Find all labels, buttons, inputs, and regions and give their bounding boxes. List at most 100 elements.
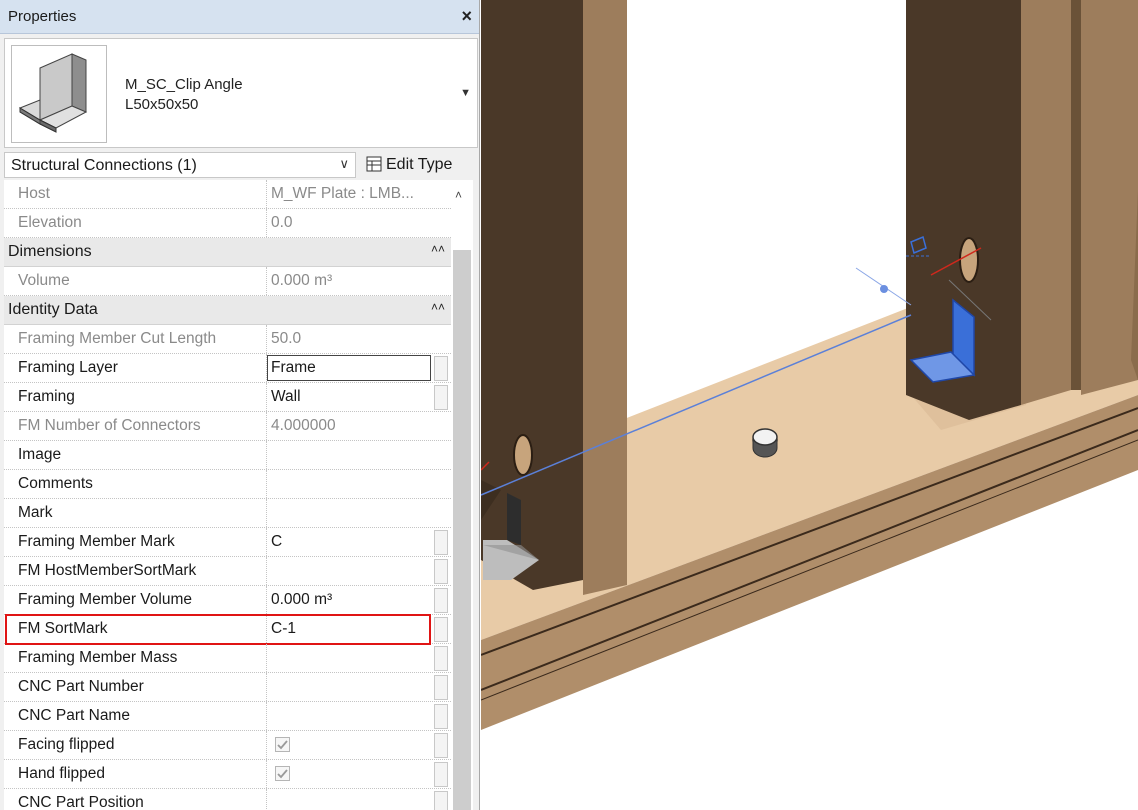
property-value-cell[interactable] [266,441,433,469]
property-value-cell[interactable]: C [266,528,433,556]
property-label: CNC Part Name [18,707,130,724]
property-value-cell[interactable] [266,702,433,730]
property-row[interactable]: CNC Part Position [4,789,451,810]
property-value-cell[interactable]: C-1 [266,615,433,643]
property-row[interactable]: Hand flipped [4,760,451,789]
property-value: Wall [271,388,301,405]
property-value: Frame [271,359,316,376]
group-header-identity-data[interactable]: Identity Data ˄˄ [4,296,451,325]
property-row[interactable]: FM HostMemberSortMark [4,557,451,586]
property-value: 0.000 m³ [271,272,333,289]
property-label: Hand flipped [18,765,106,782]
property-value-cell[interactable] [266,644,433,672]
property-value: M_WF Plate : LMB... [271,185,414,202]
property-label: Framing [18,388,75,405]
property-row[interactable]: Mark [4,499,451,528]
property-value-cell: 50.0 [266,325,433,353]
associate-parameter-button[interactable] [434,675,448,700]
property-row[interactable]: Facing flipped [4,731,451,760]
3d-view-canvas[interactable] [481,0,1138,810]
left-stud-side [481,0,583,590]
property-label: Volume [18,272,70,289]
palette-titlebar[interactable]: Properties × [0,0,479,34]
property-value-cell[interactable] [266,731,433,759]
instance-filter-bar: Structural Connections (1) ∨ Edit Type [0,150,479,180]
property-row[interactable]: Framing Member Mark C [4,528,451,557]
property-row[interactable]: Framing Wall [4,383,451,412]
associate-parameter-button[interactable] [434,762,448,787]
palette-title: Properties [8,8,77,25]
property-label: Framing Member Mark [18,533,175,550]
associate-parameter-button[interactable] [434,733,448,758]
property-value: 0.000 m³ [271,591,333,608]
instance-filter-label: Structural Connections (1) [11,157,197,174]
associate-parameter-button[interactable] [434,385,448,410]
property-label: CNC Part Number [18,678,144,695]
edit-type-icon [366,156,382,172]
property-row[interactable]: Volume 0.000 m³ [4,267,451,296]
property-row[interactable]: Elevation 0.0 [4,209,451,238]
associate-parameter-button[interactable] [434,704,448,729]
property-row[interactable]: Framing Member Volume 0.000 m³ [4,586,451,615]
property-label: Framing Layer [18,359,118,376]
property-value-cell[interactable] [266,470,433,498]
associate-parameter-button[interactable] [434,530,448,555]
property-row[interactable]: Comments [4,470,451,499]
edit-type-button[interactable]: Edit Type [364,152,476,178]
property-value-cell[interactable]: Wall [266,383,433,411]
property-row[interactable]: FM Number of Connectors 4.000000 [4,412,451,441]
type-name: M_SC_Clip Angle L50x50x50 [125,75,243,115]
checkmark-icon [277,740,288,750]
property-value-cell: 0.0 [266,209,433,237]
property-value: C-1 [271,620,296,637]
dropdown-arrow-icon[interactable]: ▼ [460,87,471,99]
property-row[interactable]: Host M_WF Plate : LMB... [4,180,451,209]
scrollbar-thumb[interactable] [453,250,471,810]
collapse-icon[interactable]: ˄˄ [431,242,445,256]
collapse-icon[interactable]: ˄˄ [431,300,445,314]
property-value-cell[interactable] [266,557,433,585]
scroll-up-icon[interactable]: ˄ [455,188,462,202]
property-label: Image [18,446,62,463]
type-selector[interactable]: M_SC_Clip Angle L50x50x50 ▼ [4,38,478,148]
property-row[interactable]: CNC Part Name [4,702,451,731]
property-row[interactable]: CNC Part Number [4,673,451,702]
properties-scrollbar[interactable]: ˄ [451,180,473,810]
property-value-cell[interactable] [266,499,433,527]
checkbox[interactable] [275,737,290,752]
property-value-cell[interactable] [266,673,433,701]
property-label: Framing Member Volume [18,591,193,608]
associate-parameter-button[interactable] [434,356,448,381]
property-row[interactable]: Image [4,441,451,470]
chevron-down-icon: ∨ [339,156,349,171]
property-value: C [271,533,283,550]
checkbox[interactable] [275,766,290,781]
type-size: L50x50x50 [125,96,199,113]
property-row[interactable]: Framing Member Mass [4,644,451,673]
property-row[interactable]: Framing Layer Frame [4,354,451,383]
property-value-cell[interactable]: 0.000 m³ [266,586,433,614]
associate-parameter-button[interactable] [434,617,448,642]
associate-parameter-button[interactable] [434,559,448,584]
property-label: CNC Part Position [18,794,144,810]
group-header-dimensions[interactable]: Dimensions ˄˄ [4,238,451,267]
checkmark-icon [277,769,288,779]
group-header-label: Identity Data [8,301,98,318]
property-value: 50.0 [271,330,302,347]
associate-parameter-button[interactable] [434,646,448,671]
associate-parameter-button[interactable] [434,588,448,613]
property-label: Elevation [18,214,82,231]
property-value-cell[interactable]: Frame [266,354,433,382]
property-row[interactable]: FM SortMark C-1 [4,615,451,644]
clip-angle-thumbnail [11,45,107,143]
instance-filter-dropdown[interactable]: Structural Connections (1) ∨ [4,152,356,178]
properties-palette: Properties × M_SC_Clip Angle L50x50x50 ▼… [0,0,480,810]
property-row[interactable]: Framing Member Cut Length 50.0 [4,325,451,354]
property-label: Comments [18,475,93,492]
property-value-cell[interactable] [266,760,433,788]
property-value-cell[interactable] [266,789,433,810]
properties-grid: Host M_WF Plate : LMB... Elevation 0.0 Dimen… [4,180,451,810]
associate-parameter-button[interactable] [434,791,448,810]
type-family: M_SC_Clip Angle [125,76,243,93]
close-icon[interactable]: × [461,6,472,27]
